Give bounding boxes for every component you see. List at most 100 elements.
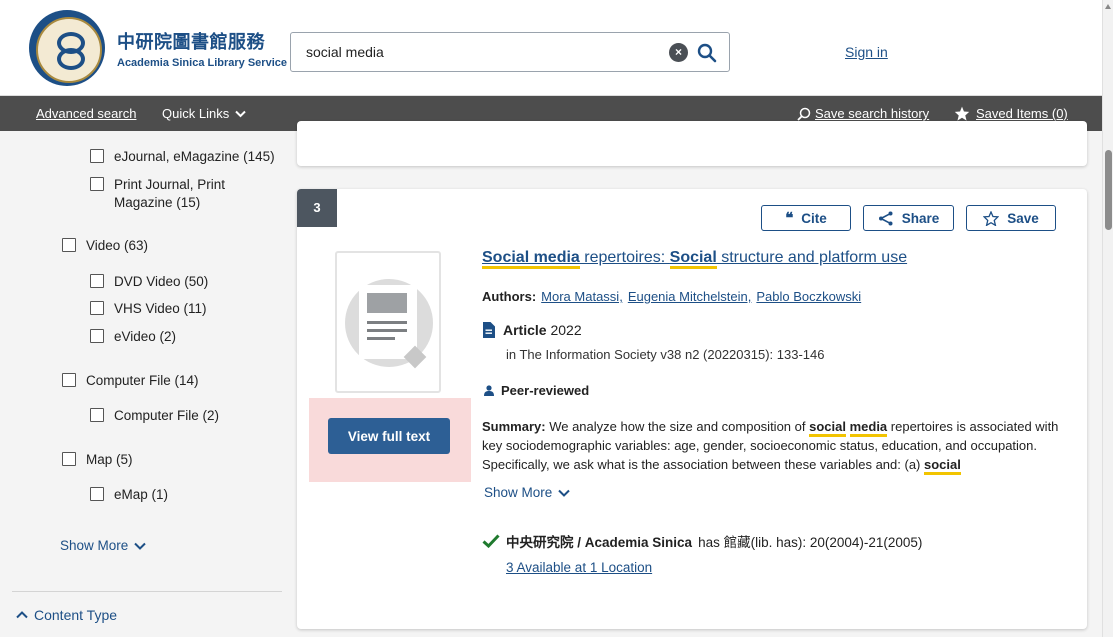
clear-search-icon[interactable]: × bbox=[669, 43, 688, 62]
logo-title-zh: 中研院圖書館服務 bbox=[117, 31, 265, 53]
checkbox[interactable] bbox=[90, 301, 104, 315]
facet-label: DVD Video (50) bbox=[114, 274, 209, 289]
summary-highlight: social bbox=[924, 457, 961, 475]
holding-text: has 館藏(lib. has): 20(2004)-21(2005) bbox=[698, 535, 923, 550]
title-highlight: Social media bbox=[482, 249, 580, 269]
search-input[interactable] bbox=[306, 33, 666, 71]
checkmark-icon bbox=[482, 534, 500, 548]
star-outline-icon bbox=[983, 210, 1000, 226]
checkbox[interactable] bbox=[62, 373, 76, 387]
chevron-down-icon bbox=[134, 542, 146, 550]
cite-label: Cite bbox=[801, 210, 827, 226]
facet-computer-file-sub[interactable]: Computer File (2) bbox=[90, 407, 219, 425]
academia-sinica-seal-icon bbox=[29, 10, 105, 86]
title-text: structure and platform use bbox=[716, 249, 908, 266]
share-button[interactable]: Share bbox=[863, 205, 954, 231]
save-label: Save bbox=[1007, 210, 1039, 226]
facet-map[interactable]: Map (5) bbox=[62, 451, 133, 469]
cite-button[interactable]: ❝ Cite bbox=[761, 205, 851, 231]
publication-year: 2022 bbox=[550, 322, 582, 338]
author-link[interactable]: Pablo Boczkowski bbox=[756, 289, 861, 304]
saved-items-label: Saved Items (0) bbox=[976, 106, 1068, 121]
author-link[interactable]: Mora Matassi, bbox=[541, 289, 623, 304]
content-type-facet-toggle[interactable]: Content Type bbox=[16, 607, 117, 623]
previous-result-card bbox=[297, 121, 1087, 166]
facet-label: eVideo (2) bbox=[114, 329, 177, 344]
summary-highlight: social bbox=[809, 419, 846, 437]
show-more-label: Show More bbox=[484, 485, 553, 500]
divider bbox=[12, 591, 282, 592]
checkbox[interactable] bbox=[90, 149, 104, 163]
article-icon bbox=[483, 322, 495, 338]
facet-label: VHS Video (11) bbox=[114, 301, 207, 316]
checkbox[interactable] bbox=[90, 177, 104, 191]
advanced-search-link[interactable]: Advanced search bbox=[36, 106, 136, 121]
search-box: × bbox=[290, 32, 730, 72]
publication-info: in The Information Society v38 n2 (20220… bbox=[506, 347, 825, 362]
facet-label: Print Journal, Print Magazine (15) bbox=[114, 177, 226, 210]
view-full-text-button[interactable]: View full text bbox=[328, 418, 450, 454]
star-icon bbox=[954, 106, 970, 121]
facet-label: eMap (1) bbox=[114, 487, 169, 502]
chevron-down-icon bbox=[558, 489, 570, 497]
facet-label: Computer File (14) bbox=[86, 373, 199, 388]
scroll-up-arrow-icon[interactable] bbox=[1105, 4, 1111, 9]
author-link[interactable]: Eugenia Mitchelstein, bbox=[628, 289, 752, 304]
site-header: 中研院圖書館服務 Academia Sinica Library Service… bbox=[0, 0, 1102, 96]
facet-label: Computer File (2) bbox=[114, 408, 220, 423]
facet-print-journal[interactable]: Print Journal, Print Magazine (15) bbox=[90, 176, 270, 212]
show-more-label: Show More bbox=[60, 538, 129, 553]
result-rank: 3 bbox=[297, 189, 337, 227]
logo[interactable]: 中研院圖書館服務 Academia Sinica Library Service bbox=[29, 10, 287, 86]
summary-highlight: media bbox=[849, 419, 888, 437]
save-search-history-link[interactable]: Save search history bbox=[797, 106, 929, 121]
facet-label: Map (5) bbox=[86, 452, 133, 467]
title-text: repertoires: bbox=[579, 249, 670, 266]
facet-ejournal[interactable]: eJournal, eMagazine (145) bbox=[90, 148, 275, 166]
summary-show-more[interactable]: Show More bbox=[484, 485, 570, 500]
checkbox[interactable] bbox=[62, 238, 76, 252]
chevron-up-icon bbox=[16, 611, 28, 619]
checkbox[interactable] bbox=[90, 408, 104, 422]
save-button[interactable]: Save bbox=[966, 205, 1056, 231]
result-card: 3 ❝ Cite Share Save View full text Socia… bbox=[297, 189, 1087, 629]
facet-emap[interactable]: eMap (1) bbox=[90, 486, 168, 504]
authors-label: Authors: bbox=[482, 289, 537, 304]
checkbox[interactable] bbox=[90, 274, 104, 288]
sidebar-show-more[interactable]: Show More bbox=[60, 538, 146, 553]
checkbox[interactable] bbox=[90, 487, 104, 501]
facet-dvd-video[interactable]: DVD Video (50) bbox=[90, 273, 208, 291]
result-title-link[interactable]: Social media repertoires: Social structu… bbox=[482, 249, 908, 269]
facet-evideo[interactable]: eVideo (2) bbox=[90, 328, 176, 346]
document-thumbnail[interactable] bbox=[335, 251, 441, 393]
chevron-down-icon bbox=[235, 110, 246, 117]
checkbox[interactable] bbox=[90, 329, 104, 343]
holding-library: 中央研究院 / Academia Sinica bbox=[506, 535, 693, 550]
facet-computer-file[interactable]: Computer File (14) bbox=[62, 372, 199, 390]
availability-link[interactable]: 3 Available at 1 Location bbox=[506, 560, 652, 575]
logo-title-en: Academia Sinica Library Service bbox=[117, 56, 287, 69]
search-icon[interactable] bbox=[695, 41, 719, 65]
quote-icon: ❝ bbox=[785, 209, 794, 227]
saved-items-link[interactable]: Saved Items (0) bbox=[954, 106, 1068, 121]
history-search-icon bbox=[797, 107, 811, 121]
share-icon bbox=[878, 211, 893, 225]
scrollbar[interactable] bbox=[1102, 0, 1113, 637]
results-area: 3 ❝ Cite Share Save View full text Socia… bbox=[283, 121, 1102, 637]
view-full-text-highlight: View full text bbox=[309, 398, 471, 482]
facet-video[interactable]: Video (63) bbox=[62, 237, 148, 255]
document-icon bbox=[359, 285, 427, 369]
person-icon bbox=[484, 385, 494, 396]
scrollbar-thumb[interactable] bbox=[1105, 150, 1112, 230]
summary-text: We analyze how the size and composition … bbox=[545, 419, 810, 434]
summary-label: Summary: bbox=[482, 419, 546, 434]
facet-vhs-video[interactable]: VHS Video (11) bbox=[90, 300, 207, 318]
share-label: Share bbox=[901, 210, 940, 226]
content-type-label: Content Type bbox=[34, 607, 118, 623]
type-label: Article bbox=[503, 322, 547, 338]
sign-in-link[interactable]: Sign in bbox=[845, 44, 888, 60]
facet-label: eJournal, eMagazine (145) bbox=[114, 149, 275, 164]
quick-links-menu[interactable]: Quick Links bbox=[162, 106, 246, 121]
facet-sidebar: eJournal, eMagazine (145) Print Journal,… bbox=[0, 131, 283, 637]
checkbox[interactable] bbox=[62, 452, 76, 466]
